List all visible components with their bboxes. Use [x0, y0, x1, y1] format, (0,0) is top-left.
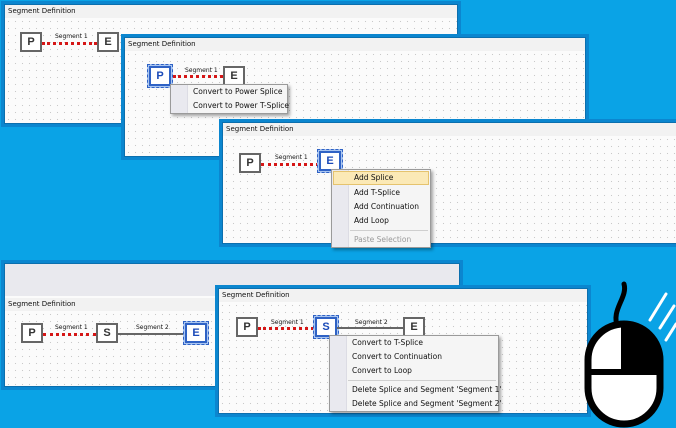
- panel-title: Segment Definition: [219, 289, 587, 302]
- panel-title: Segment Definition: [5, 5, 457, 18]
- menu-item-add-splice[interactable]: Add Splice: [333, 171, 429, 185]
- menu-item-convert-loop[interactable]: Convert to Loop: [330, 364, 498, 378]
- segment-2-line[interactable]: [337, 327, 403, 329]
- node-s[interactable]: S: [96, 323, 118, 343]
- segment-1-label: Segment 1: [55, 324, 88, 331]
- node-e[interactable]: E: [403, 317, 425, 337]
- menu-item-add-loop[interactable]: Add Loop: [332, 214, 430, 228]
- node-p[interactable]: P: [236, 317, 258, 337]
- node-e[interactable]: E: [223, 66, 245, 86]
- panel-title: Segment Definition: [223, 123, 676, 136]
- context-menu-splice: Convert to T-Splice Convert to Continuat…: [329, 335, 502, 412]
- segment-1-label: Segment 1: [185, 67, 218, 74]
- menu-item-add-continuation[interactable]: Add Continuation: [332, 200, 430, 214]
- node-s-selected[interactable]: S: [313, 315, 339, 339]
- node-p[interactable]: P: [20, 32, 42, 52]
- segment-1-label: Segment 1: [271, 319, 304, 326]
- segment-panel-5: Segment Definition P Segment 1 S Segment…: [218, 288, 588, 414]
- segment-2-label: Segment 2: [136, 324, 169, 331]
- segment-panel-3: Segment Definition P Segment 1 E Add Spl…: [222, 122, 676, 248]
- menu-separator: [350, 230, 428, 231]
- panel-title: Segment Definition: [125, 38, 585, 51]
- context-menu-add: Add Splice Add T-Splice Add Continuation…: [331, 169, 431, 248]
- menu-item-convert-continuation[interactable]: Convert to Continuation: [330, 350, 498, 364]
- node-e-selected[interactable]: E: [317, 149, 343, 173]
- node-e[interactable]: E: [97, 32, 119, 52]
- segment-1-label: Segment 1: [55, 33, 88, 40]
- segment-1-line[interactable]: [258, 327, 314, 330]
- node-p[interactable]: P: [239, 153, 261, 173]
- menu-item-convert-power-splice[interactable]: Convert to Power Splice: [171, 85, 287, 99]
- menu-item-delete-splice-seg1[interactable]: Delete Splice and Segment 'Segment 1': [330, 383, 502, 397]
- menu-separator: [348, 380, 496, 381]
- segment-1-line[interactable]: [173, 75, 223, 78]
- node-p-selected[interactable]: P: [147, 64, 173, 88]
- menu-item-paste-selection: Paste Selection: [354, 235, 412, 244]
- node-p[interactable]: P: [21, 323, 43, 343]
- segment-1-line[interactable]: [42, 42, 97, 45]
- segment-1-line[interactable]: [43, 333, 96, 336]
- menu-item-convert-t-splice[interactable]: Convert to T-Splice: [330, 336, 498, 350]
- context-menu-power: Convert to Power Splice Convert to Power…: [170, 84, 289, 114]
- menu-item-delete-splice-seg2[interactable]: Delete Splice and Segment 'Segment 2': [330, 397, 502, 411]
- node-e-selected[interactable]: E: [183, 321, 209, 345]
- segment-2-line[interactable]: [118, 333, 184, 335]
- segment-2-label: Segment 2: [355, 319, 388, 326]
- canvas-grid[interactable]: [223, 136, 676, 243]
- segment-1-label: Segment 1: [275, 154, 308, 161]
- segment-1-line[interactable]: [261, 163, 319, 166]
- menu-item-add-t-splice[interactable]: Add T-Splice: [332, 186, 430, 200]
- menu-item-convert-power-t-splice[interactable]: Convert to Power T-Splice: [171, 99, 289, 113]
- mouse-right-click-icon: [584, 281, 676, 428]
